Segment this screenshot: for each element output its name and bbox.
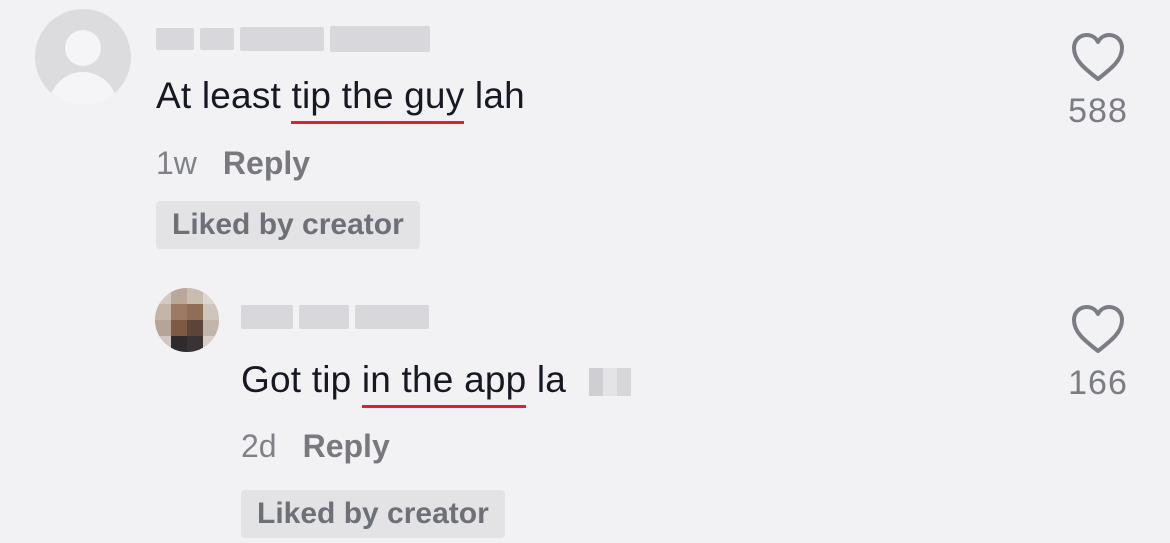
avatar[interactable] <box>35 9 131 105</box>
highlighted-phrase: in the app <box>361 359 527 400</box>
highlighted-phrase: tip the guy <box>291 75 465 116</box>
like-button[interactable]: 166 <box>1058 304 1138 403</box>
emoji-icon <box>588 368 631 397</box>
like-count: 588 <box>1068 92 1128 130</box>
liked-by-creator-badge: Liked by creator <box>156 201 420 249</box>
comment-meta: 2d Reply <box>241 428 390 465</box>
comment-time: 1w <box>156 145 197 181</box>
heart-outline-icon <box>1072 33 1124 81</box>
heart-outline-icon <box>1072 305 1124 353</box>
username-redacted[interactable] <box>156 26 430 52</box>
comment-text: Got tip in the app la <box>241 358 631 402</box>
avatar[interactable] <box>155 288 219 352</box>
comment-text: At least tip the guy lah <box>156 75 525 116</box>
liked-by-creator-badge: Liked by creator <box>241 490 505 538</box>
like-count: 166 <box>1068 364 1128 402</box>
reply-button[interactable]: Reply <box>223 145 310 182</box>
username-redacted[interactable] <box>241 305 429 329</box>
comment-meta: 1w Reply <box>156 145 310 182</box>
comment-time: 2d <box>241 428 277 464</box>
like-button[interactable]: 588 <box>1058 32 1138 131</box>
reply-button[interactable]: Reply <box>303 428 390 465</box>
user-silhouette-icon <box>65 30 101 66</box>
